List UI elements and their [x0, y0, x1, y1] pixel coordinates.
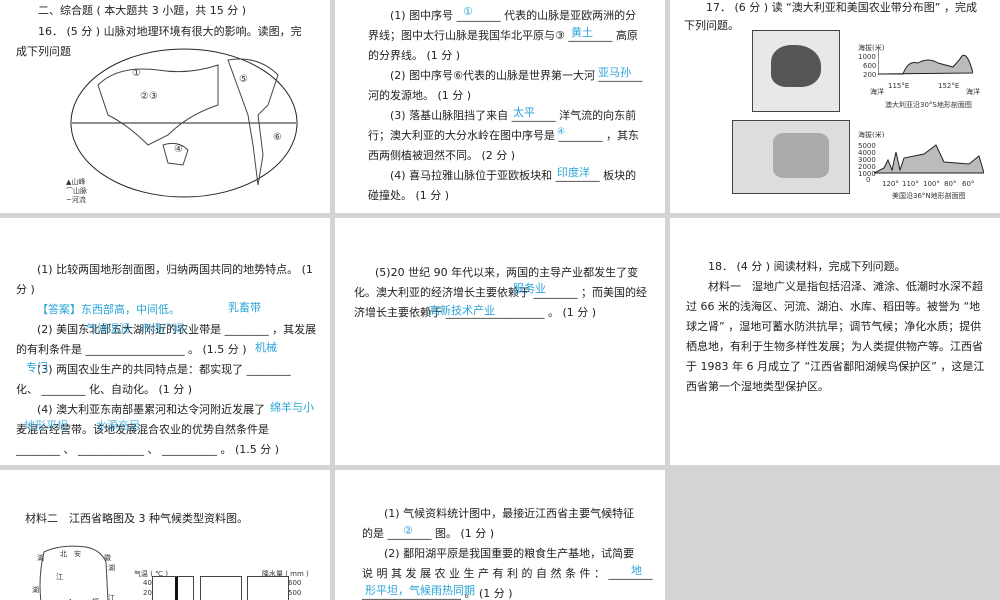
- section-heading: 二、综合题 ( 本大题共 3 小题，共 15 分 ): [38, 4, 247, 17]
- australia-profile-chart: [878, 45, 973, 75]
- text-line: 化。澳大利亚的经济增长主要依赖于 ________ ；而美国的经: [354, 286, 647, 299]
- question-17-cont: 下列问题。: [684, 19, 739, 32]
- answer: 气候湿润: [86, 322, 130, 335]
- slide-7: 材料二 江西省略图及 3 种气候类型资料图。 湖 北 安 徽 湖 江 湖 江 A…: [0, 470, 330, 600]
- profile-2-caption: 美国沿36°N地形剖面图: [892, 192, 966, 200]
- text-line: 的有利条件是 __________________ 。 (1.5 分 ): [16, 343, 247, 356]
- map-label: 湖: [108, 564, 115, 572]
- question-17: 17． (6 分 ) 读 “澳大利亚和美国农业带分布图” ，完成: [706, 1, 977, 14]
- text-line: 过 66 米的浅海区、河流、湖泊、水库、稻田等。被誉为 “地: [686, 300, 981, 313]
- usa-agriculture-map: [732, 120, 850, 194]
- text-line: (2) 鄱阳湖平原是我国重要的粮食生产基地，试简要: [384, 547, 635, 560]
- text-line: 行；澳大利亚的大分水岭在图中序号是 ________ ，其东: [368, 129, 639, 142]
- answer: 高新技术产业: [429, 304, 495, 317]
- text-line: (5)20 世纪 90 年代以来，两国的主导产业都发生了变: [375, 266, 639, 279]
- map-mark-6: ⑥: [273, 132, 282, 143]
- slide-6: 18． (4 分 ) 阅读材料，完成下列问题。 材料一 湿地广义是指包括沼泽、滩…: [670, 218, 1000, 465]
- text-line: (1) 比较两国地形剖面图，归纳两国共同的地势特点。 (1: [37, 263, 313, 276]
- answer: 绵羊与小: [270, 401, 314, 414]
- answer: ②: [403, 524, 413, 537]
- tick: 0: [866, 176, 871, 184]
- text-line: 化、 ________ 化、自动化。 (1 分 ): [16, 383, 193, 396]
- map-label: A: [68, 592, 73, 600]
- slide-4: (1) 比较两国地形剖面图，归纳两国共同的地势特点。 (1 分 ) 【答案】东西…: [0, 218, 330, 465]
- answer: 【答案】东西部高，中间低。: [37, 303, 180, 316]
- answer: ①: [463, 5, 473, 18]
- material-2-title: 材料二 江西省略图及 3 种气候类型资料图。: [25, 512, 248, 525]
- sea-label: 海洋: [870, 88, 884, 96]
- answer: 市场广阔: [140, 322, 184, 335]
- slide-5: (5)20 世纪 90 年代以来，两国的主导产业都发生了变 化。澳大利亚的经济增…: [335, 218, 665, 465]
- text-line: ________ 、 ____________ 、 __________ 。 (…: [16, 443, 280, 456]
- map-mark-5: ⑤: [239, 74, 248, 85]
- answer: 太平: [513, 106, 535, 119]
- climate-chart-2: [200, 576, 242, 600]
- map-mark-23: ②③: [140, 91, 158, 102]
- text-line: 河的发源地。 (1 分 ): [368, 89, 472, 102]
- tick: 0: [146, 593, 150, 600]
- text-line: 西省第一个湿地类型保护区。: [686, 380, 829, 393]
- map-label: 江: [108, 594, 115, 600]
- tick: 115°E: [888, 82, 910, 90]
- text-line: 碰撞处。 (1 分 ): [368, 189, 450, 202]
- slide-8: (1) 气候资料统计图中，最接近江西省主要气候特征 的是 ________ 图。…: [335, 470, 665, 600]
- map-label: 福: [92, 592, 99, 600]
- text-line: 栖息地，有利于生物多样性发展；为人类提供物产等。江西省: [686, 340, 983, 353]
- answer: 亚马孙: [598, 66, 631, 79]
- tick: 400: [288, 593, 301, 600]
- answer: 服务业: [513, 282, 546, 295]
- slide-2: (1) 图中序号 ________ 代表的山脉是亚欧两洲的分 界线；图中太行山脉…: [335, 0, 665, 213]
- answer: 机械: [255, 341, 277, 354]
- map-label: 北: [60, 550, 67, 558]
- answer: 形平坦，气候雨热同期: [365, 584, 475, 597]
- legend-river: ~河流: [66, 196, 86, 204]
- answer: 黄土: [571, 26, 593, 39]
- answer: ④: [557, 127, 566, 137]
- text-line: 西两侧植被迥然不同。 (2 分 ): [368, 149, 516, 162]
- australia-agriculture-map: [752, 30, 840, 112]
- answer: 地: [631, 564, 642, 577]
- question-16-cont: 成下列问题: [16, 45, 71, 58]
- map-label: 湖: [37, 554, 44, 562]
- map-mark-1: ①: [132, 68, 141, 79]
- text-line: 材料一 湿地广义是指包括沼泽、滩涂、低潮时水深不超: [708, 280, 983, 293]
- answer: 地形平坦: [24, 419, 68, 432]
- answer: 专门: [26, 361, 48, 374]
- usa-profile-chart: [874, 144, 984, 174]
- text-line: (4) 喜马拉雅山脉位于亚欧板块和 ________ 板块的: [390, 169, 637, 182]
- text-line: 界线；图中太行山脉是我国华北平原与③ ________ 高原: [368, 29, 638, 42]
- world-map-figure: [70, 48, 298, 198]
- answer: 乳畜带: [228, 301, 261, 314]
- tick: 152°E: [938, 82, 960, 90]
- map-label: 江: [56, 573, 63, 581]
- profile-1-caption: 澳大利亚沿30°S地形剖面图: [885, 101, 972, 109]
- text-line: (4) 澳大利亚东南部墨累河和达令河附近发展了: [37, 403, 266, 416]
- text-line: (1) 气候资料统计图中，最接近江西省主要气候特征: [384, 507, 635, 520]
- question-18: 18． (4 分 ) 阅读材料，完成下列问题。: [708, 260, 906, 273]
- answer: 印度洋: [557, 166, 590, 179]
- map-mark-4: ④: [174, 144, 183, 155]
- text-line: (1) 图中序号 ________ 代表的山脉是亚欧两洲的分: [390, 9, 637, 22]
- climate-chart-3: [247, 576, 289, 600]
- text-line: 于 1983 年 6 月成立了 “江西省鄱阳湖候鸟保护区” ，这是江: [686, 360, 985, 373]
- answer: 水源充足: [96, 419, 140, 432]
- text-line: 的是 ________ 图。 (1 分 ): [362, 527, 495, 540]
- text-line: 的分界线。 (1 分 ): [368, 49, 461, 62]
- climate-chart-1: [152, 576, 194, 600]
- slide-3: 17． (6 分 ) 读 “澳大利亚和美国农业带分布图” ，完成 下列问题。 海…: [670, 0, 1000, 213]
- map-label: 湖: [32, 586, 39, 594]
- slide-1: 二、综合题 ( 本大题共 3 小题，共 15 分 ) 16． (5 分 ) 山脉…: [0, 0, 330, 213]
- text-line: 球之肾” ，湿地可蓄水防洪抗旱；调节气候；净化水质；提供: [686, 320, 982, 333]
- text-line: 分 ): [16, 283, 35, 296]
- text-line: (3) 两国农业生产的共同特点是：都实现了 ________: [37, 363, 291, 376]
- question-16: 16． (5 分 ) 山脉对地理环境有很大的影响。读图，完: [38, 25, 302, 38]
- map-label: 安: [74, 550, 81, 558]
